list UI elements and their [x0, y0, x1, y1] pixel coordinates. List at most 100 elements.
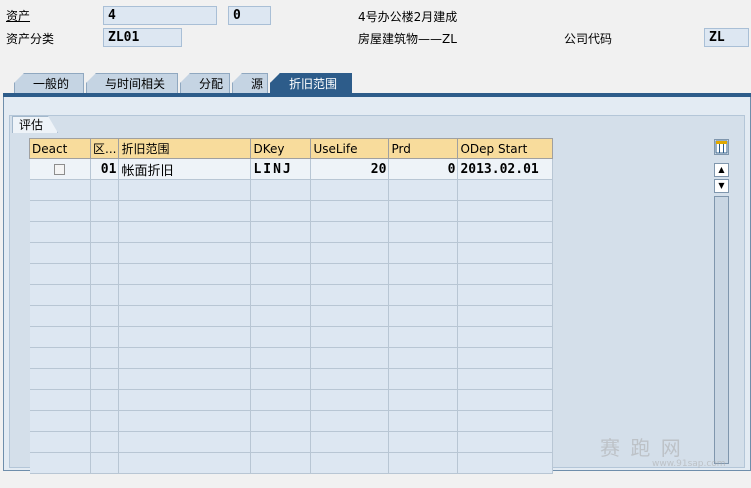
empty-cell[interactable]	[90, 326, 120, 348]
empty-cell[interactable]	[90, 410, 120, 432]
empty-cell[interactable]	[29, 389, 91, 411]
deact-checkbox[interactable]	[54, 163, 66, 175]
tab-time-dependent[interactable]: 与时间相关	[86, 73, 178, 94]
tab-allocations[interactable]: 分配	[180, 73, 230, 94]
table-row-empty[interactable]	[29, 305, 554, 327]
empty-cell[interactable]	[29, 179, 91, 201]
empty-cell[interactable]	[310, 284, 390, 306]
column-deact[interactable]: Deact	[29, 138, 91, 159]
column-area-desc[interactable]: 折旧范围	[118, 138, 252, 159]
empty-cell[interactable]	[457, 221, 554, 243]
table-row-empty[interactable]	[29, 368, 554, 390]
empty-cell[interactable]	[29, 431, 91, 453]
empty-cell[interactable]	[250, 368, 312, 390]
empty-cell[interactable]	[388, 389, 459, 411]
empty-cell[interactable]	[457, 326, 554, 348]
empty-cell[interactable]	[457, 368, 554, 390]
empty-cell[interactable]	[118, 263, 252, 285]
empty-cell[interactable]	[310, 410, 390, 432]
empty-cell[interactable]	[118, 326, 252, 348]
empty-cell[interactable]	[29, 368, 91, 390]
empty-cell[interactable]	[388, 242, 459, 264]
empty-cell[interactable]	[250, 410, 312, 432]
table-row-empty[interactable]	[29, 326, 554, 348]
empty-cell[interactable]	[310, 221, 390, 243]
empty-cell[interactable]	[90, 368, 120, 390]
empty-cell[interactable]	[310, 431, 390, 453]
empty-cell[interactable]	[250, 200, 312, 222]
empty-cell[interactable]	[457, 389, 554, 411]
empty-cell[interactable]	[310, 263, 390, 285]
empty-cell[interactable]	[90, 221, 120, 243]
table-row-empty[interactable]	[29, 431, 554, 453]
empty-cell[interactable]	[90, 305, 120, 327]
company-code-field[interactable]: ZL	[704, 28, 749, 47]
empty-cell[interactable]	[388, 452, 459, 474]
empty-cell[interactable]	[29, 263, 91, 285]
column-prd[interactable]: Prd	[388, 138, 459, 159]
vertical-scrollbar[interactable]	[714, 196, 729, 464]
area-cell[interactable]: 01	[90, 158, 120, 180]
empty-cell[interactable]	[388, 179, 459, 201]
empty-cell[interactable]	[457, 284, 554, 306]
empty-cell[interactable]	[118, 410, 252, 432]
empty-cell[interactable]	[90, 263, 120, 285]
empty-cell[interactable]	[29, 347, 91, 369]
empty-cell[interactable]	[388, 347, 459, 369]
empty-cell[interactable]	[250, 284, 312, 306]
table-row-empty[interactable]	[29, 200, 554, 222]
table-row-empty[interactable]	[29, 347, 554, 369]
empty-cell[interactable]	[310, 347, 390, 369]
tab-origin[interactable]: 源	[232, 73, 268, 94]
column-uselife[interactable]: UseLife	[310, 138, 390, 159]
empty-cell[interactable]	[250, 431, 312, 453]
empty-cell[interactable]	[388, 410, 459, 432]
empty-cell[interactable]	[29, 305, 91, 327]
asset-class-field[interactable]: ZL01	[103, 28, 182, 47]
column-dkey[interactable]: DKey	[250, 138, 312, 159]
empty-cell[interactable]	[310, 326, 390, 348]
tab-depreciation-areas[interactable]: 折旧范围	[270, 73, 352, 94]
table-row-empty[interactable]	[29, 410, 554, 432]
prd-cell[interactable]: 0	[388, 158, 459, 180]
empty-cell[interactable]	[118, 347, 252, 369]
empty-cell[interactable]	[29, 284, 91, 306]
empty-cell[interactable]	[118, 431, 252, 453]
empty-cell[interactable]	[250, 452, 312, 474]
triangle-up-icon[interactable]: ▲	[714, 163, 729, 177]
empty-cell[interactable]	[29, 200, 91, 222]
tab-general[interactable]: 一般的	[14, 73, 84, 94]
empty-cell[interactable]	[457, 410, 554, 432]
empty-cell[interactable]	[250, 326, 312, 348]
empty-cell[interactable]	[457, 347, 554, 369]
empty-cell[interactable]	[250, 263, 312, 285]
empty-cell[interactable]	[250, 242, 312, 264]
empty-cell[interactable]	[90, 200, 120, 222]
empty-cell[interactable]	[250, 179, 312, 201]
empty-cell[interactable]	[457, 200, 554, 222]
table-row-empty[interactable]	[29, 179, 554, 201]
empty-cell[interactable]	[457, 179, 554, 201]
empty-cell[interactable]	[310, 368, 390, 390]
empty-cell[interactable]	[310, 179, 390, 201]
table-row-empty[interactable]	[29, 263, 554, 285]
empty-cell[interactable]	[310, 242, 390, 264]
empty-cell[interactable]	[29, 410, 91, 432]
empty-cell[interactable]	[388, 284, 459, 306]
deact-cell[interactable]	[29, 158, 91, 180]
table-row-empty[interactable]	[29, 221, 554, 243]
empty-cell[interactable]	[29, 221, 91, 243]
triangle-down-icon[interactable]: ▼	[714, 179, 729, 193]
empty-cell[interactable]	[457, 452, 554, 474]
column-area[interactable]: 区...	[89, 138, 120, 159]
empty-cell[interactable]	[457, 305, 554, 327]
uselife-cell[interactable]: 20	[310, 158, 390, 180]
table-row-empty[interactable]	[29, 389, 554, 411]
empty-cell[interactable]	[90, 179, 120, 201]
empty-cell[interactable]	[250, 389, 312, 411]
dkey-cell[interactable]: LINJ	[250, 158, 312, 180]
empty-cell[interactable]	[250, 305, 312, 327]
empty-cell[interactable]	[388, 368, 459, 390]
empty-cell[interactable]	[310, 200, 390, 222]
empty-cell[interactable]	[388, 326, 459, 348]
